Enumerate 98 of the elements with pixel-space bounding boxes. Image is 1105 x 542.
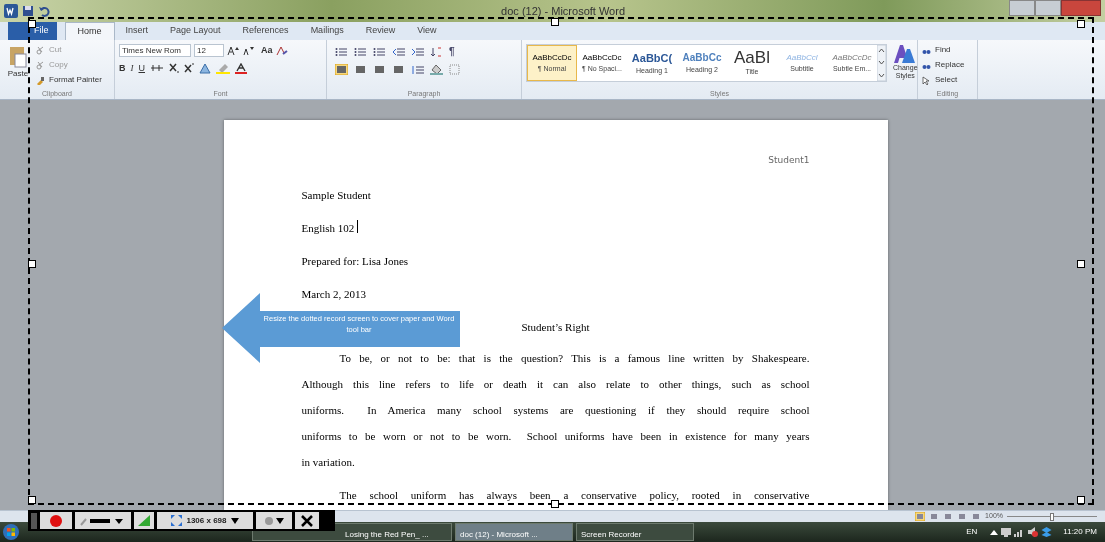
window-title: doc (12) - Microsoft Word (501, 3, 625, 19)
grow-font-icon[interactable] (227, 45, 239, 56)
ribbon-tab[interactable]: Page Layout (159, 22, 232, 40)
justify-icon[interactable] (392, 64, 405, 75)
styles-letters-icon[interactable] (893, 44, 918, 64)
text-line: To be, or not to be: that is the question? This is a famous line written by Shakespeare. (339, 352, 810, 365)
text-line: in variation. (301, 456, 355, 469)
shading-icon[interactable] (430, 64, 443, 75)
italic-button[interactable]: I (130, 61, 134, 75)
web-layout-icon[interactable] (943, 512, 954, 521)
record-button[interactable] (40, 512, 72, 529)
text-line: English 102 (301, 221, 355, 236)
pen-dropdown[interactable] (75, 512, 131, 529)
ribbon-tab[interactable]: File (8, 22, 57, 40)
change-case-button[interactable]: Aa (261, 44, 273, 58)
align-center-icon[interactable] (354, 64, 367, 75)
tray-arrow-icon[interactable] (990, 529, 999, 535)
document-title: Student’s Right (521, 320, 590, 335)
decrease-indent-icon[interactable] (392, 46, 405, 57)
caret-icon[interactable] (230, 517, 239, 524)
font-name-field[interactable]: Times New Rom (119, 44, 191, 58)
font-color-icon[interactable] (235, 62, 247, 74)
font-size-field[interactable]: 12 (194, 44, 224, 58)
arrow-callout-icon[interactable] (222, 293, 460, 363)
resize-handle[interactable] (28, 20, 36, 28)
ribbon-tab[interactable]: View (406, 22, 448, 40)
size-dropdown[interactable]: 1306 x 698 (157, 512, 253, 529)
drag-handle[interactable] (31, 512, 37, 529)
sort-icon[interactable] (430, 46, 443, 57)
resize-handle[interactable] (1077, 20, 1085, 28)
clipboard-icon[interactable] (8, 44, 28, 68)
text-line: uniforms. In America many school systems are questioning if they should require school (301, 404, 810, 417)
network-icon[interactable] (1001, 527, 1012, 537)
ribbon-tab[interactable]: Home (64, 22, 115, 40)
ribbon-tab[interactable]: Mailings (299, 22, 355, 40)
webcam-dropdown[interactable] (256, 512, 292, 529)
numbering-icon[interactable] (354, 46, 367, 57)
close-recorder-button[interactable] (295, 512, 319, 529)
eraser-icon[interactable] (275, 45, 288, 56)
text-line: uniforms to be worn or not to be worn. School uniforms have been in existence for many years (301, 430, 810, 443)
text-line: Prepared for: Lisa Jones (301, 254, 409, 269)
clock-time: 11:20 PM (1063, 526, 1097, 538)
text-effects-icon[interactable] (199, 62, 211, 74)
text-cursor (357, 220, 359, 233)
increase-indent-icon[interactable] (411, 46, 424, 57)
ribbon-tab[interactable]: Insert (114, 22, 160, 40)
undo-icon[interactable] (38, 5, 50, 17)
word-logo-icon[interactable] (4, 4, 18, 18)
expand-icon[interactable] (171, 515, 183, 526)
ribbon-tab[interactable]: Review (354, 22, 407, 40)
format-painter-button[interactable]: Format Painter (36, 74, 102, 86)
zoom-slider[interactable] (1007, 512, 1097, 521)
start-button-icon[interactable] (2, 523, 20, 541)
outline-icon[interactable] (957, 512, 968, 521)
bold-button[interactable]: B (119, 61, 126, 75)
print-layout-icon[interactable] (915, 512, 926, 521)
underline-button[interactable]: U (138, 61, 145, 75)
text-line: March 2, 2013 (301, 287, 366, 302)
close-icon[interactable] (301, 514, 313, 527)
taskbar-button[interactable]: doc (12) - Microsoft ... (455, 523, 573, 541)
page-header: Student1 (767, 154, 810, 167)
draft-icon[interactable] (971, 512, 982, 521)
resize-handle[interactable] (1077, 260, 1085, 268)
reading-icon[interactable] (929, 512, 940, 521)
resize-handle[interactable] (551, 500, 559, 508)
superscript-icon[interactable] (184, 63, 194, 74)
multilevel-list-icon[interactable] (373, 46, 386, 57)
resize-handle[interactable] (28, 496, 36, 504)
show-formatting-button[interactable]: ¶ (449, 44, 455, 59)
align-right-icon[interactable] (373, 64, 386, 75)
text-line: The school uniform has always been a conservative policy, rooted in conservative (339, 489, 810, 502)
select-button[interactable]: Select (922, 74, 965, 86)
brush-icon[interactable] (36, 75, 45, 85)
paste-button[interactable]: Paste (4, 44, 32, 89)
volume-icon[interactable] (1027, 527, 1039, 537)
box-icon[interactable] (1041, 527, 1053, 537)
find-button[interactable]: Find (922, 44, 965, 56)
subscript-icon[interactable] (169, 63, 179, 74)
align-left-icon[interactable] (335, 64, 348, 75)
slider-thumb[interactable] (1050, 512, 1054, 521)
replace-button[interactable]: Replace (922, 59, 965, 71)
strikethrough-icon[interactable] (150, 63, 164, 74)
taskbar-button[interactable]: Screen Recorder (576, 523, 694, 541)
shrink-font-icon[interactable] (242, 45, 254, 56)
gallery-scroll-icon[interactable] (877, 45, 886, 81)
language-indicator: EN (966, 526, 978, 538)
bullets-icon[interactable] (335, 46, 348, 57)
record-icon[interactable] (50, 514, 62, 527)
text-line: Sample Student (301, 188, 371, 203)
resize-handle[interactable] (1077, 496, 1085, 504)
text-line: Although this line refers to life or death it can also relate to other things, such as school (301, 378, 810, 391)
signal-icon[interactable] (1014, 527, 1025, 537)
cursor-icon[interactable] (922, 75, 931, 85)
save-icon[interactable] (22, 5, 34, 17)
resize-handle[interactable] (28, 260, 36, 268)
resize-handle[interactable] (551, 18, 559, 26)
webcam-icon[interactable] (264, 515, 284, 526)
ribbon-tab[interactable]: References (231, 22, 300, 40)
